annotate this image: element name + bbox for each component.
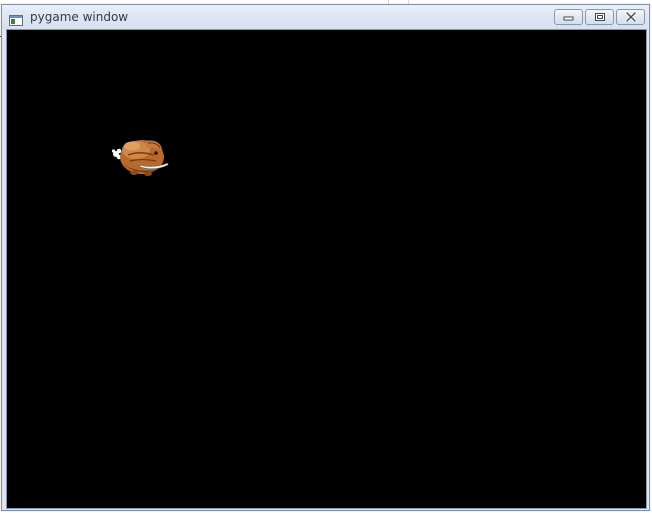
game-canvas[interactable]: [6, 29, 647, 509]
duck-creature-sprite: [111, 140, 169, 176]
close-icon: [625, 12, 636, 22]
player-sprite: [110, 133, 170, 179]
window-controls: [554, 9, 645, 25]
minimize-icon: [563, 16, 573, 21]
app-window-icon[interactable]: [9, 11, 23, 26]
title-bar[interactable]: pygame window: [2, 5, 649, 29]
window-title: pygame window: [30, 10, 129, 24]
close-button[interactable]: [616, 9, 645, 25]
pygame-window[interactable]: pygame window: [1, 4, 650, 511]
maximize-icon: [594, 13, 605, 21]
minimize-button[interactable]: [554, 9, 583, 25]
maximize-button[interactable]: [585, 9, 614, 25]
